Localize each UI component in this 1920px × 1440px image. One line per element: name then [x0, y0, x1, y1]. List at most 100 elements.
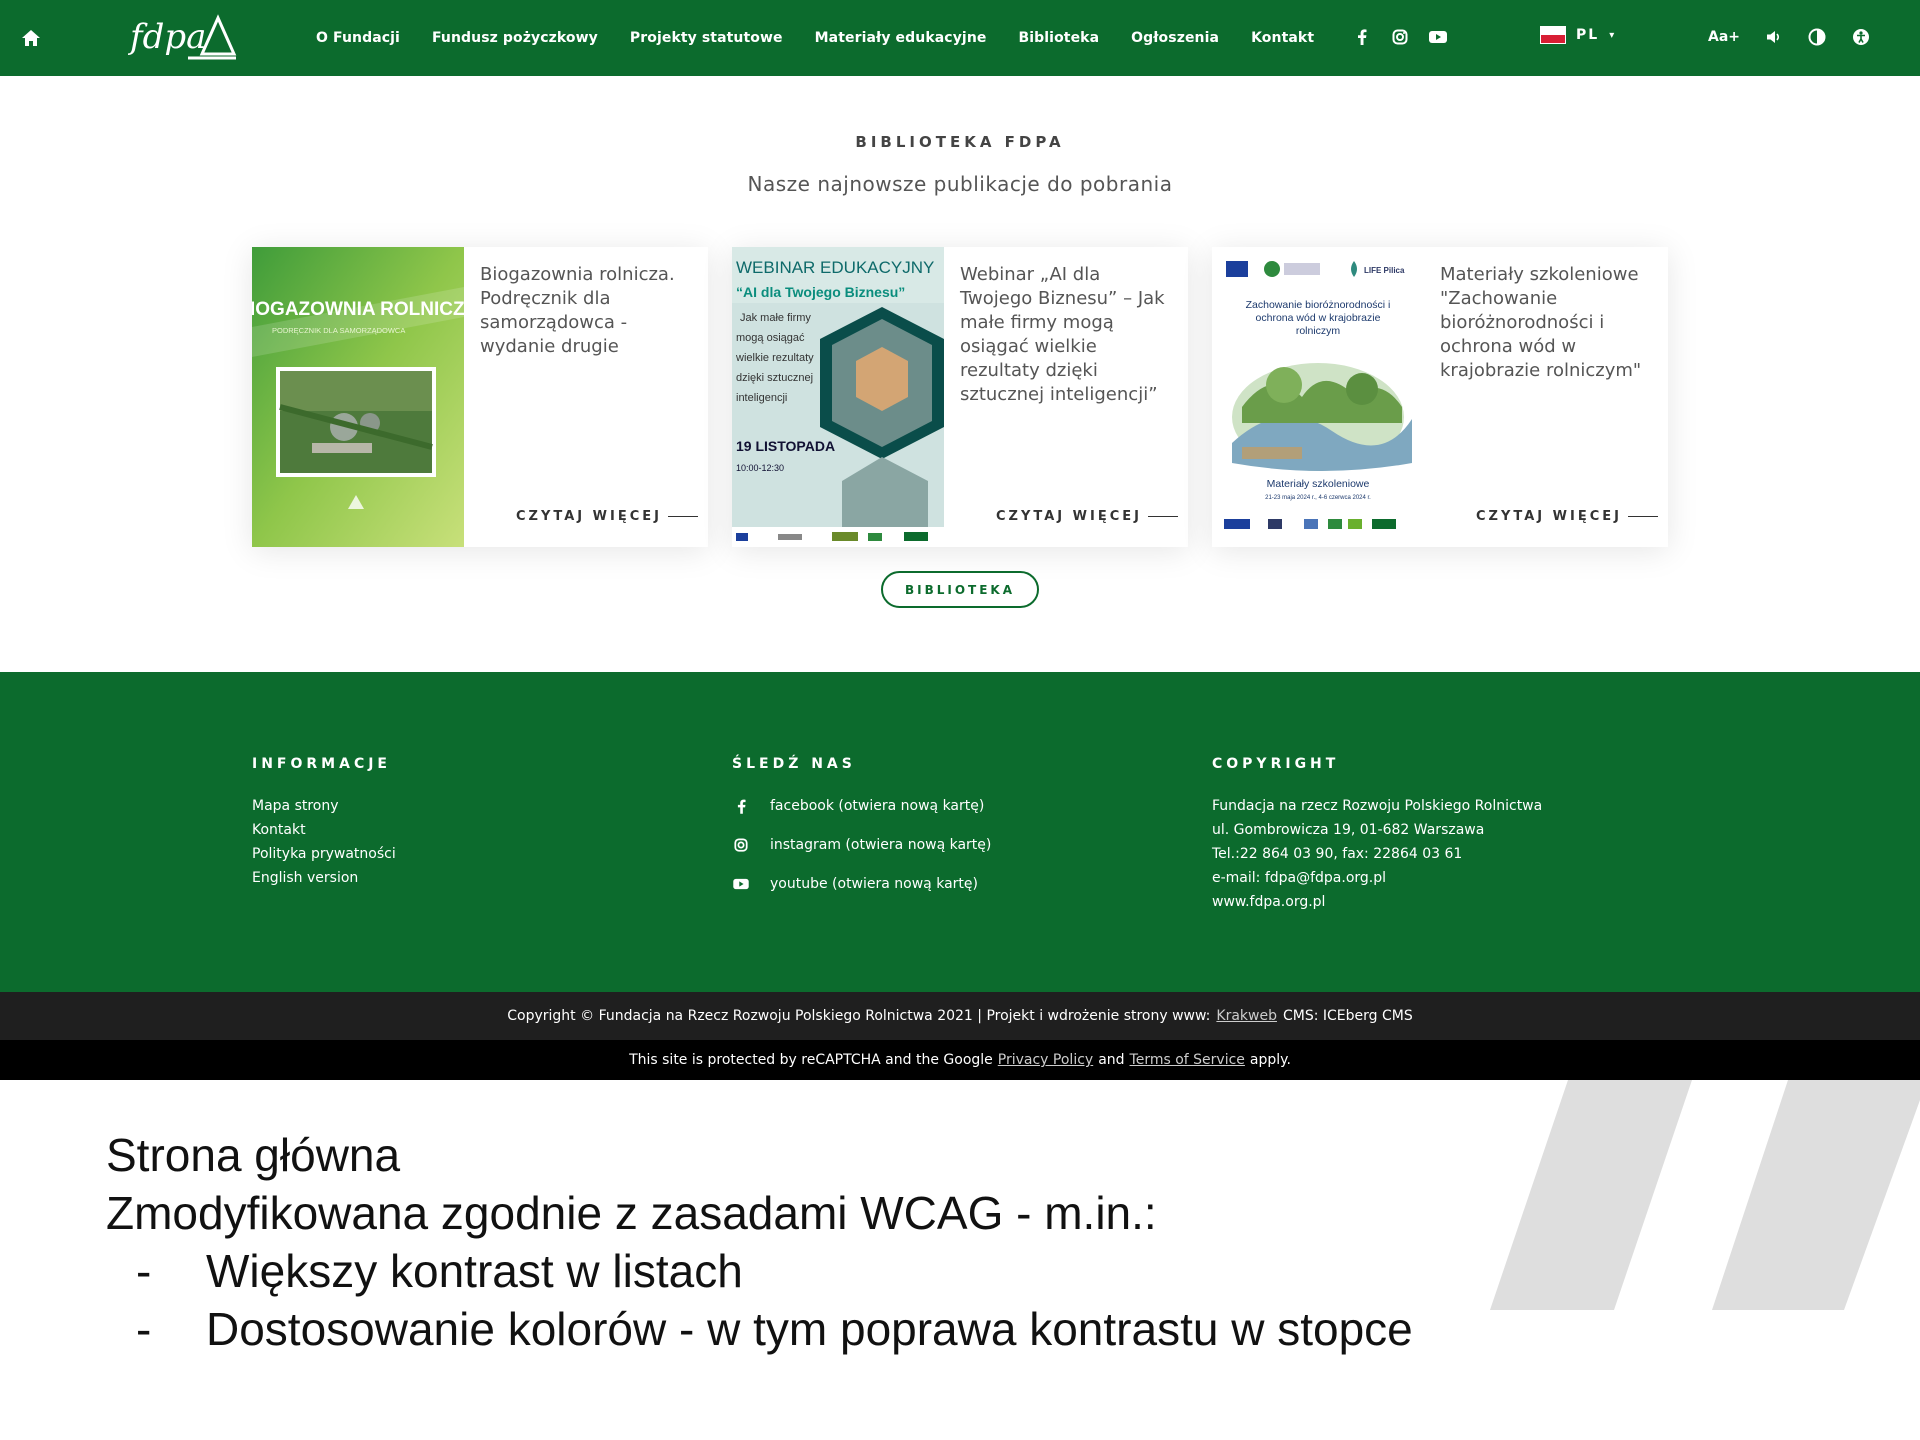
- accessibility-tools: Aa+: [1708, 24, 1870, 50]
- svg-text:inteligencji: inteligencji: [736, 392, 787, 404]
- footer-email[interactable]: e-mail: fdpa@fdpa.org.pl: [1212, 866, 1542, 890]
- footer-follow-column: ŚLEDŹ NAS facebook (otwiera nową kartę) …: [732, 756, 991, 911]
- publication-cover-webinar: WEBINAR EDUKACYJNY “AI dla Twojego Bizne…: [732, 247, 944, 547]
- footer-link-sitemap[interactable]: Mapa strony: [252, 794, 396, 818]
- read-more-link[interactable]: CZYTAJ WIĘCEJ: [996, 509, 1178, 524]
- footer-youtube-link[interactable]: youtube (otwiera nową kartę): [732, 872, 991, 896]
- footer-link-privacy[interactable]: Polityka prywatności: [252, 842, 396, 866]
- facebook-icon: [732, 799, 750, 814]
- svg-text:PODRĘCZNIK DLA SAMORZĄDOWCA: PODRĘCZNIK DLA SAMORZĄDOWCA: [272, 326, 405, 335]
- nav-o-fundacji[interactable]: O Fundacji: [316, 30, 400, 46]
- publication-title: Webinar „AI dla Twojego Biznesu” – Jak m…: [960, 264, 1165, 405]
- svg-text:Materiały szkoleniowe: Materiały szkoleniowe: [1267, 478, 1370, 490]
- svg-text:mogą osiągać: mogą osiągać: [736, 332, 805, 344]
- footer-heading: ŚLEDŹ NAS: [732, 756, 856, 772]
- contrast-icon[interactable]: [1808, 24, 1826, 50]
- language-selector[interactable]: PL ▾: [1540, 26, 1614, 44]
- recaptcha-apply: apply.: [1249, 1052, 1291, 1068]
- nav-materialy-edukacyjne[interactable]: Materiały edukacyjne: [815, 30, 987, 46]
- top-navigation-bar: fdpa O Fundacji Fundusz pożyczkowy Proje…: [0, 0, 1920, 76]
- footer-instagram-link[interactable]: instagram (otwiera nową kartę): [732, 833, 991, 857]
- language-label: PL: [1576, 27, 1600, 43]
- publication-title: Materiały szkoleniowe "Zachowanie bioróż…: [1440, 264, 1642, 381]
- nav-fundusz-pozyczkowy[interactable]: Fundusz pożyczkowy: [432, 30, 598, 46]
- home-icon[interactable]: [20, 27, 42, 49]
- notes-title: Strona główna: [106, 1129, 401, 1181]
- publication-card[interactable]: IOGAZOWNIA ROLNICZ PODRĘCZNIK DLA SAMORZ…: [252, 247, 708, 547]
- footer-facebook-link[interactable]: facebook (otwiera nową kartę): [732, 794, 991, 818]
- facebook-icon[interactable]: [1352, 27, 1372, 47]
- svg-text:Jak małe firmy: Jak małe firmy: [740, 312, 811, 324]
- instagram-icon: [732, 838, 750, 852]
- site-footer: INFORMACJE Mapa strony Kontakt Polityka …: [0, 672, 1920, 992]
- footer-website[interactable]: www.fdpa.org.pl: [1212, 890, 1542, 914]
- copyright-text: Copyright © Fundacja na Rzecz Rozwoju Po…: [507, 1008, 1211, 1024]
- arrow-line-icon: [1147, 516, 1178, 517]
- terms-of-service-link[interactable]: Terms of Service: [1130, 1052, 1245, 1068]
- read-more-label: CZYTAJ WIĘCEJ: [996, 509, 1142, 524]
- notes-bullet-text: Dostosowanie kolorów - w tym poprawa kon…: [206, 1303, 1413, 1355]
- recaptcha-text: This site is protected by reCAPTCHA and …: [629, 1052, 993, 1068]
- read-more-link[interactable]: CZYTAJ WIĘCEJ: [516, 509, 698, 524]
- publication-card[interactable]: LIFE Pilica Zachowanie bioróżnorodności …: [1212, 247, 1668, 547]
- footer-phone: Tel.:22 864 03 90, fax: 22864 03 61: [1212, 846, 1463, 862]
- privacy-policy-link[interactable]: Privacy Policy: [998, 1052, 1093, 1068]
- notes-subtitle: Zmodyfikowana zgodnie z zasadami WCAG - …: [106, 1187, 1157, 1239]
- svg-text:21-23 maja 2024 r., 4-6 czerwc: 21-23 maja 2024 r., 4-6 czerwca 2024 r.: [1265, 495, 1371, 501]
- nav-ogloszenia[interactable]: Ogłoszenia: [1131, 30, 1219, 46]
- notes-bullet: - Większy kontrast w listach: [106, 1242, 1413, 1300]
- svg-text:19 LISTOPADA: 19 LISTOPADA: [736, 438, 835, 454]
- notes-bullet: - Dostosowanie kolorów - w tym poprawa ko…: [106, 1300, 1413, 1358]
- notes-bullet-text: Większy kontrast w listach: [206, 1245, 743, 1297]
- svg-text:dzięki sztucznej: dzięki sztucznej: [736, 372, 813, 384]
- footer-info-column: INFORMACJE Mapa strony Kontakt Polityka …: [252, 756, 396, 890]
- youtube-icon: [732, 878, 750, 890]
- header-social-links: [1352, 27, 1448, 47]
- section-kicker: BIBLIOTEKA FDPA: [855, 133, 1065, 151]
- instagram-icon[interactable]: [1390, 27, 1410, 47]
- svg-text:10:00-12:30: 10:00-12:30: [736, 463, 784, 473]
- publication-title: Biogazownia rolnicza. Podręcznik dla sam…: [480, 264, 675, 357]
- svg-text:WEBINAR EDUKACYJNY: WEBINAR EDUKACYJNY: [736, 258, 934, 277]
- copyright-bar: Copyright © Fundacja na Rzecz Rozwoju Po…: [0, 992, 1920, 1040]
- footer-link-contact[interactable]: Kontakt: [252, 818, 396, 842]
- recaptcha-and: and: [1098, 1052, 1125, 1068]
- chevron-down-icon: ▾: [1609, 29, 1615, 41]
- read-more-link[interactable]: CZYTAJ WIĘCEJ: [1476, 509, 1658, 524]
- publication-cover-bioroznorodnosc: LIFE Pilica Zachowanie bioróżnorodności …: [1212, 247, 1424, 547]
- footer-heading: INFORMACJE: [252, 756, 391, 772]
- publication-card[interactable]: WEBINAR EDUKACYJNY “AI dla Twojego Bizne…: [732, 247, 1188, 547]
- read-more-label: CZYTAJ WIĘCEJ: [1476, 509, 1622, 524]
- youtube-icon[interactable]: [1428, 27, 1448, 47]
- accessibility-icon[interactable]: [1852, 24, 1870, 50]
- footer-copyright-column: COPYRIGHT Fundacja na rzecz Rozwoju Pols…: [1212, 756, 1542, 914]
- library-button[interactable]: BIBLIOTEKA: [881, 571, 1039, 608]
- footer-org-name: Fundacja na rzecz Rozwoju Polskiego Roln…: [1212, 798, 1543, 814]
- publication-cover-biogazownia: IOGAZOWNIA ROLNICZ PODRĘCZNIK DLA SAMORZ…: [252, 247, 464, 547]
- footer-address: ul. Gombrowicza 19, 01-682 Warszawa: [1212, 822, 1485, 838]
- slide-notes: Strona główna Zmodyfikowana zgodnie z za…: [106, 1126, 1413, 1358]
- footer-link-english[interactable]: English version: [252, 866, 396, 890]
- recaptcha-bar: This site is protected by reCAPTCHA and …: [0, 1040, 1920, 1080]
- svg-text:IOGAZOWNIA ROLNICZ: IOGAZOWNIA ROLNICZ: [252, 299, 464, 320]
- footer-heading: COPYRIGHT: [1212, 756, 1340, 772]
- footer-facebook-label: facebook (otwiera nową kartę): [770, 798, 985, 814]
- svg-text:wielkie rezultaty: wielkie rezultaty: [735, 352, 814, 364]
- nav-biblioteka[interactable]: Biblioteka: [1018, 30, 1099, 46]
- main-menu: O Fundacji Fundusz pożyczkowy Projekty s…: [316, 0, 1314, 76]
- fdpa-logo[interactable]: fdpa: [127, 8, 240, 68]
- svg-text:fdpa: fdpa: [128, 17, 206, 57]
- publication-cards: IOGAZOWNIA ROLNICZ PODRĘCZNIK DLA SAMORZ…: [252, 247, 1668, 547]
- decorative-stripes: [1490, 1080, 1920, 1310]
- cms-text: CMS: ICEberg CMS: [1282, 1008, 1413, 1024]
- section-title: Nasze najnowsze publikacje do pobrania: [747, 172, 1173, 196]
- svg-text:LIFE Pilica: LIFE Pilica: [1364, 266, 1405, 275]
- footer-instagram-label: instagram (otwiera nową kartę): [770, 837, 992, 853]
- flag-pl-icon: [1540, 26, 1566, 44]
- svg-text:“AI dla Twojego Biznesu”: “AI dla Twojego Biznesu”: [736, 284, 905, 300]
- font-size-button[interactable]: Aa+: [1708, 24, 1740, 50]
- krakweb-link[interactable]: Krakweb: [1216, 1008, 1277, 1024]
- nav-kontakt[interactable]: Kontakt: [1251, 30, 1314, 46]
- volume-icon[interactable]: [1766, 24, 1782, 50]
- nav-projekty-statutowe[interactable]: Projekty statutowe: [630, 30, 783, 46]
